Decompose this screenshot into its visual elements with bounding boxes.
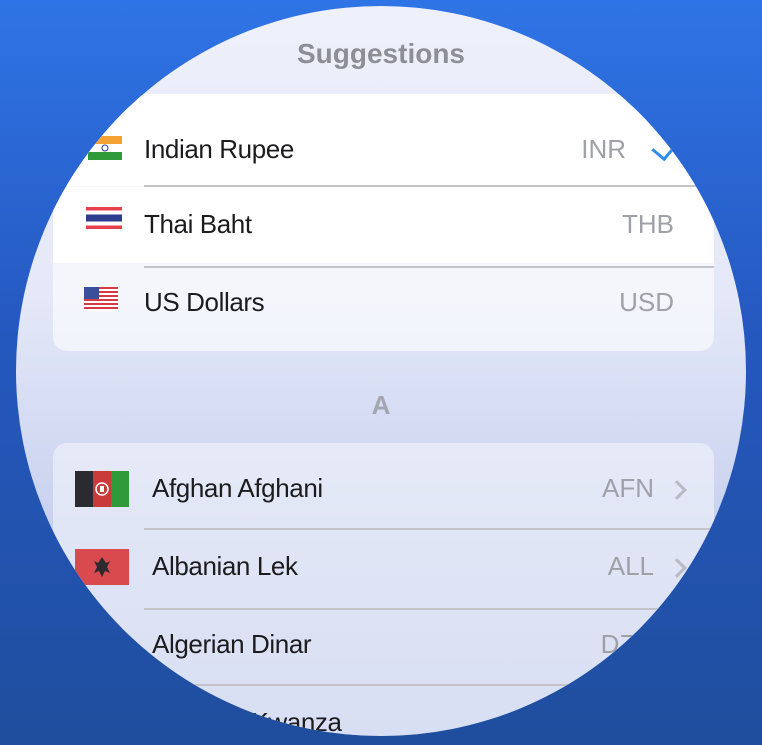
list-item-albanian-lek[interactable]: Albanian Lek ALL: [53, 529, 714, 610]
usa-flag-icon: [84, 287, 118, 311]
currency-name: US Dollars: [144, 287, 265, 317]
list-item-angolan-kwanza[interactable]: Angolan Kwanza: [53, 685, 714, 736]
currency-name: Angolan Kwanza: [152, 707, 342, 736]
currency-name: Afghan Afghani: [152, 473, 323, 503]
currency-code: AFN: [602, 473, 654, 503]
checkmark-icon: [651, 129, 682, 162]
currency-name: Albanian Lek: [152, 551, 298, 581]
list-item-afghan-afghani[interactable]: Afghan Afghani AFN: [53, 443, 714, 530]
currency-code: ALL: [607, 551, 654, 581]
chevron-right-icon: [667, 558, 687, 578]
albania-flag-icon: [75, 549, 129, 585]
suggestions-header: Suggestions: [296, 38, 465, 69]
currency-name: Algerian Dinar: [152, 629, 312, 659]
india-flag-icon: [88, 136, 122, 160]
chevron-right-icon: [667, 480, 687, 500]
currency-code: USD: [619, 287, 674, 317]
magnifier-lens: Suggestions Indian Rupee INR Thai Baht T…: [16, 6, 746, 736]
afghanistan-flag-icon: [75, 471, 129, 507]
suggestions-list: Indian Rupee INR Thai Baht THB US Dollar…: [53, 94, 714, 351]
currency-code: DZD: [600, 629, 654, 659]
thailand-flag-icon: [86, 207, 122, 229]
currency-name: Indian Rupee: [144, 134, 294, 164]
section-index-header: A: [371, 390, 391, 420]
suggestion-item-thai-baht[interactable]: Thai Baht THB: [53, 187, 714, 263]
list-item-algerian-dinar[interactable]: Algerian Dinar DZD: [53, 609, 714, 686]
currency-list-a: Afghan Afghani AFN Albanian Lek ALL Alge…: [53, 443, 714, 736]
suggestion-item-indian-rupee[interactable]: Indian Rupee INR: [53, 94, 714, 187]
suggestion-item-us-dollars[interactable]: US Dollars USD: [53, 267, 714, 351]
currency-name: Thai Baht: [144, 209, 252, 239]
currency-code: THB: [622, 209, 674, 239]
currency-code: INR: [581, 134, 626, 164]
